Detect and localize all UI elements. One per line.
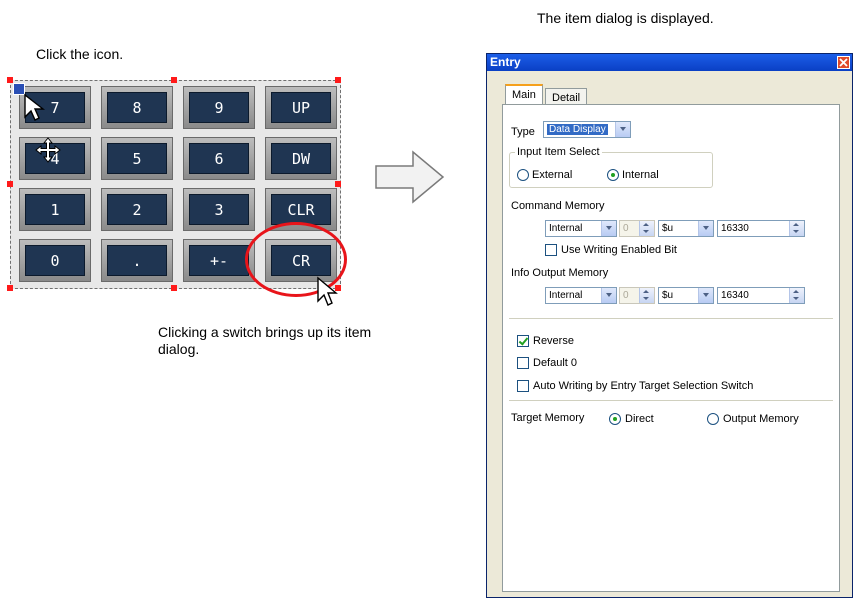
- info-output-memory-source-value: Internal: [549, 290, 583, 301]
- auto-writing-checkbox[interactable]: [517, 380, 529, 392]
- reverse-label: Reverse: [533, 335, 574, 347]
- radio-output-memory[interactable]: [707, 413, 719, 425]
- caption-switch-note: Clicking a switch brings up its item dia…: [158, 324, 372, 357]
- selection-handle[interactable]: [7, 77, 13, 83]
- radio-external[interactable]: [517, 169, 529, 181]
- reverse-checkbox[interactable]: [517, 335, 529, 347]
- caption-dialog-displayed: The item dialog is displayed.: [537, 10, 714, 26]
- spinner-icon[interactable]: [789, 288, 804, 303]
- selection-handle[interactable]: [7, 285, 13, 291]
- info-output-memory-number-value: 0: [623, 290, 629, 301]
- right-arrow-icon: [375, 150, 445, 204]
- command-memory-number-input[interactable]: 0: [619, 220, 655, 237]
- divider: [509, 400, 833, 401]
- type-label: Type: [511, 126, 535, 138]
- type-select-value: Data Display: [547, 124, 608, 135]
- cursor-arrow-icon: [317, 276, 338, 306]
- key-label: 2: [107, 194, 167, 225]
- move-icon: [35, 137, 61, 163]
- radio-output-memory-label: Output Memory: [723, 413, 799, 425]
- close-icon[interactable]: [837, 56, 850, 69]
- command-memory-type-value: $u: [662, 223, 674, 234]
- radio-direct-label: Direct: [625, 413, 654, 425]
- selection-handle[interactable]: [335, 77, 341, 83]
- key-label: 6: [189, 143, 249, 174]
- key-label: 5: [107, 143, 167, 174]
- command-memory-address-value: 16330: [721, 223, 749, 234]
- tab-main[interactable]: Main: [505, 84, 543, 104]
- info-output-memory-source-select[interactable]: Internal: [545, 287, 617, 304]
- key-1[interactable]: 1: [19, 188, 91, 231]
- chevron-down-icon[interactable]: [698, 221, 713, 236]
- command-memory-address-input[interactable]: 16330: [717, 220, 805, 237]
- info-output-memory-number-input[interactable]: 0: [619, 287, 655, 304]
- command-memory-number-value: 0: [623, 223, 629, 234]
- selection-handle[interactable]: [7, 181, 13, 187]
- key-label: 3: [189, 194, 249, 225]
- main-tab-panel: Type Data Display Input Item Select Exte…: [502, 104, 840, 592]
- chevron-down-icon[interactable]: [601, 288, 616, 303]
- type-select[interactable]: Data Display: [543, 121, 631, 138]
- key-label: 1: [25, 194, 85, 225]
- info-output-memory-type-value: $u: [662, 290, 674, 301]
- chevron-down-icon[interactable]: [698, 288, 713, 303]
- auto-writing-label: Auto Writing by Entry Target Selection S…: [533, 380, 754, 392]
- chevron-down-icon[interactable]: [615, 122, 630, 137]
- info-output-memory-label: Info Output Memory: [511, 267, 609, 279]
- spinner-icon[interactable]: [639, 288, 654, 303]
- dialog-title-bar[interactable]: Entry: [487, 54, 852, 71]
- default-zero-label: Default 0: [533, 357, 578, 369]
- info-output-memory-address-value: 16340: [721, 290, 749, 301]
- key-label: DW: [271, 143, 331, 174]
- radio-internal-label: Internal: [622, 169, 659, 181]
- default-zero-checkbox[interactable]: [517, 357, 529, 369]
- radio-external-label: External: [532, 169, 573, 181]
- key-dw[interactable]: DW: [265, 137, 337, 180]
- spinner-icon[interactable]: [639, 221, 654, 236]
- use-writing-enabled-bit-label: Use Writing Enabled Bit: [561, 244, 677, 256]
- selection-handle[interactable]: [171, 77, 177, 83]
- selection-handle[interactable]: [171, 285, 177, 291]
- key-up[interactable]: UP: [265, 86, 337, 129]
- key-5[interactable]: 5: [101, 137, 173, 180]
- key-label: 0: [25, 245, 85, 276]
- cursor-arrow-icon: [24, 93, 46, 121]
- dialog-title: Entry: [490, 55, 521, 69]
- input-item-select-legend: Input Item Select: [515, 145, 602, 159]
- key-2[interactable]: 2: [101, 188, 173, 231]
- key-label: 8: [107, 92, 167, 123]
- key-label: .: [107, 245, 167, 276]
- key-6[interactable]: 6: [183, 137, 255, 180]
- entry-dialog[interactable]: Entry Main Detail Type Data Display Inpu…: [486, 53, 853, 598]
- key-label: CLR: [271, 194, 331, 225]
- target-memory-label: Target Memory: [511, 412, 585, 424]
- key-label: UP: [271, 92, 331, 123]
- selection-handle[interactable]: [335, 181, 341, 187]
- radio-internal[interactable]: [607, 169, 619, 181]
- radio-direct[interactable]: [609, 413, 621, 425]
- info-output-memory-address-input[interactable]: 16340: [717, 287, 805, 304]
- key-3[interactable]: 3: [183, 188, 255, 231]
- command-memory-source-value: Internal: [549, 223, 583, 234]
- key-label: 9: [189, 92, 249, 123]
- key-9[interactable]: 9: [183, 86, 255, 129]
- key-8[interactable]: 8: [101, 86, 173, 129]
- command-memory-source-select[interactable]: Internal: [545, 220, 617, 237]
- use-writing-enabled-bit-checkbox[interactable]: [545, 244, 557, 256]
- caption-click-icon: Click the icon.: [36, 46, 124, 62]
- key-0[interactable]: 0: [19, 239, 91, 282]
- command-memory-label: Command Memory: [511, 200, 605, 212]
- key-dot[interactable]: .: [101, 239, 173, 282]
- chevron-down-icon[interactable]: [601, 221, 616, 236]
- command-memory-type-select[interactable]: $u: [658, 220, 714, 237]
- info-output-memory-type-select[interactable]: $u: [658, 287, 714, 304]
- divider: [509, 318, 833, 319]
- spinner-icon[interactable]: [789, 221, 804, 236]
- key-label: +-: [189, 245, 249, 276]
